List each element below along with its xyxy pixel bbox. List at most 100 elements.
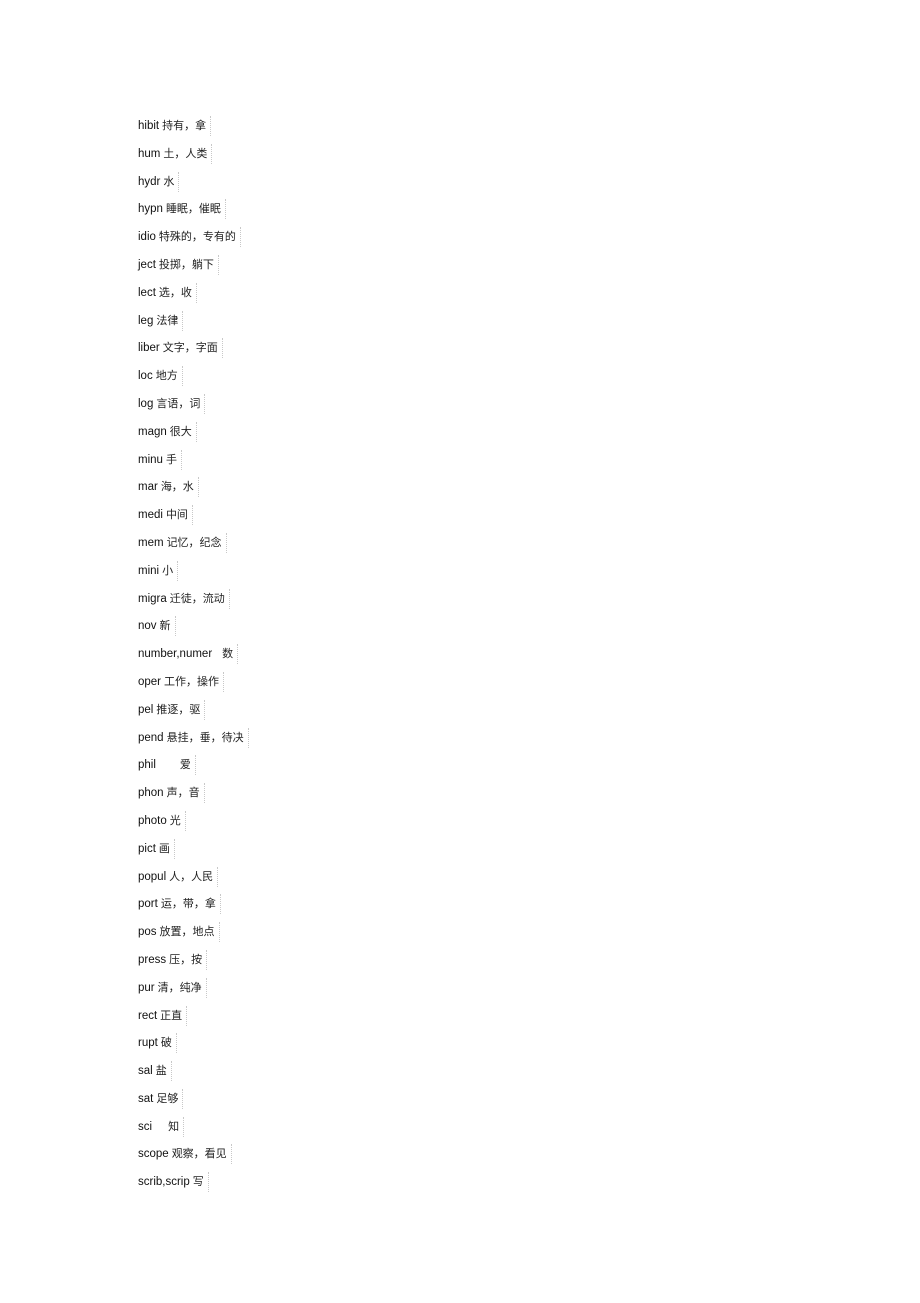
word-root: nov [138,620,157,633]
entry-text-box: pict 画 [138,838,175,859]
entry-text-box: leg 法律 [138,310,184,331]
list-item: hibit 持有，拿 [138,116,249,144]
entry-text-box: lect 选，收 [138,282,197,303]
word-root: oper [138,675,162,688]
entry-text-box: port 运，带，拿 [138,894,221,915]
entry-text-box: nov 新 [138,616,176,637]
word-root: loc [138,370,153,383]
list-item: number,numer 数 [138,644,249,672]
root-meaning: 声，音 [166,786,200,800]
word-root: port [138,898,158,911]
root-meaning: 水 [163,174,175,188]
entry-text-box: liber 文字，字面 [138,338,223,359]
list-item: rect 正直 [138,1005,249,1034]
entry-text-box: pend 悬挂，垂，待决 [138,727,249,748]
entry-text-box: hibit 持有，拿 [138,116,212,136]
entry-text-box: hum 土，人类 [138,143,213,164]
list-item: idio 特殊的，专有的 [138,227,249,255]
list-item: oper 工作，操作 [138,671,249,700]
root-meaning: 特殊的，专有的 [158,230,236,244]
list-item: mini 小 [138,560,249,589]
list-item: loc 地方 [138,366,249,394]
entry-text-box: magn 很大 [138,421,197,442]
word-root: rect [138,1009,158,1022]
root-meaning: 投掷，躺下 [158,257,214,271]
list-item: nov 新 [138,616,249,644]
entry-text-box: rupt 破 [138,1033,177,1054]
word-root: magn [138,425,167,438]
root-meaning: 工作，操作 [164,674,220,688]
root-meaning: 土，人类 [163,146,208,160]
root-meaning: 观察，看见 [171,1147,227,1161]
word-root: hibit [138,120,160,132]
list-item: pos 放置，地点 [138,922,249,950]
entry-text-box: pel 推逐，驱 [138,699,206,720]
word-root: pel [138,703,154,716]
list-item: pict 画 [138,838,249,867]
list-item: mem 记忆，纪念 [138,532,249,561]
word-root: pos [138,926,157,939]
root-meaning: 手 [165,452,177,466]
root-meaning: 言语，词 [156,396,201,410]
list-item: leg 法律 [138,310,249,339]
list-item: migra 迁徒，流动 [138,588,249,617]
entry-text-box: sat 足够 [138,1088,184,1109]
entry-text-box: medi 中间 [138,505,193,526]
entry-text-box: mem 记忆，纪念 [138,532,227,553]
root-meaning: 知 [168,1119,180,1133]
word-root: press [138,953,167,966]
root-meaning: 法律 [156,313,179,327]
list-item: press 压，按 [138,949,249,978]
root-meaning: 持有，拿 [162,119,207,132]
list-item: phon 声，音 [138,783,249,811]
list-item: rupt 破 [138,1033,249,1061]
entry-text-box: mini 小 [138,560,179,581]
list-item: lect 选，收 [138,282,249,311]
entry-text-box: hydr 水 [138,171,180,192]
entry-text-box: pos 放置，地点 [138,922,220,943]
word-root: minu [138,453,163,466]
word-root: hydr [138,175,161,188]
root-meaning: 选，收 [158,285,192,299]
list-item: popul 人，人民 [138,866,249,895]
list-item: hypn 睡眠，催眠 [138,199,249,227]
list-item: phil 爱 [138,755,249,783]
word-root: mar [138,481,158,494]
word-root: photo [138,814,167,827]
list-item: pend 悬挂，垂，待决 [138,727,249,756]
document-page: hibit 持有，拿 hum 土，人类 hydr 水 hypn 睡眠，催眠 idio 特殊的，专有… [0,0,920,1303]
entry-text-box: sci 知 [138,1116,185,1137]
root-meaning: 记忆，纪念 [166,535,222,549]
word-root: rupt [138,1037,158,1050]
root-meaning: 运，带，拿 [160,897,216,911]
entry-text-box: pur 清，纯净 [138,977,207,998]
list-item: magn 很大 [138,421,249,450]
word-root: phil [138,759,156,772]
list-item: sci 知 [138,1116,249,1145]
word-root: sal [138,1065,153,1078]
entry-text-box: idio 特殊的，专有的 [138,227,241,248]
list-item: ject 投掷，躺下 [138,254,249,283]
list-item: hydr 水 [138,171,249,200]
root-meaning: 放置，地点 [159,925,215,939]
entry-text-box: oper 工作，操作 [138,671,225,692]
root-meaning: 新 [159,619,171,633]
root-meaning: 小 [162,563,174,577]
word-root: pend [138,731,164,744]
list-item: pel 推逐，驱 [138,699,249,728]
word-root: sci [138,1120,153,1133]
list-item: sat 足够 [138,1088,249,1117]
word-root: hypn [138,203,163,216]
entry-text-box: scope 观察，看见 [138,1144,232,1165]
root-meaning: 破 [160,1036,172,1050]
list-item: log 言语，词 [138,393,249,422]
list-item: minu 手 [138,449,249,478]
word-root: mini [138,564,160,577]
word-root: pur [138,981,155,994]
list-item: sal 盐 [138,1061,249,1089]
word-root: mem [138,536,164,549]
entry-text-box: loc 地方 [138,366,183,387]
root-meaning: 推逐，驱 [156,702,201,716]
root-meaning: 爱 [179,758,191,772]
entry-text-box: hypn 睡眠，催眠 [138,199,226,220]
